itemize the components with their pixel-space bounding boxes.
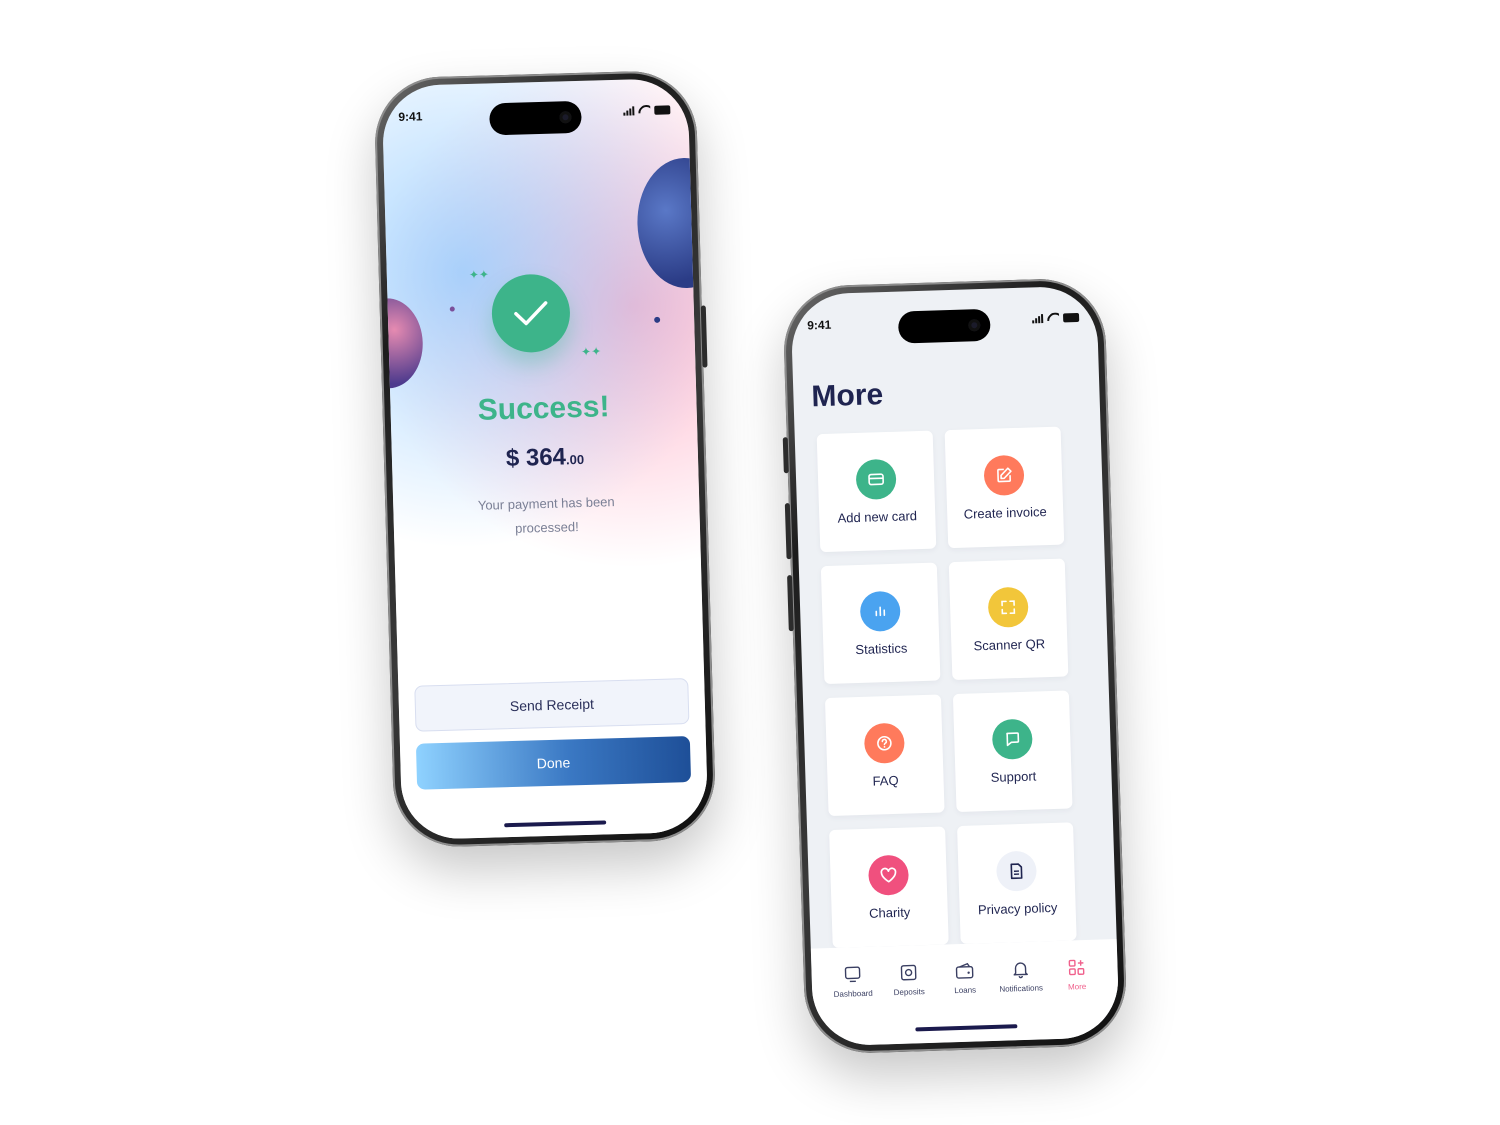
done-button[interactable]: Done: [415, 736, 692, 790]
tile-create-invoice[interactable]: Create invoice: [944, 426, 1065, 549]
volume-up-button: [784, 503, 792, 560]
wallet-icon: [953, 960, 976, 983]
heart-icon: [867, 854, 910, 896]
scan-icon: [987, 586, 1029, 628]
tab-loans[interactable]: Loans: [937, 959, 992, 996]
power-button: [700, 305, 708, 368]
tile-label: Scanner QR: [973, 635, 1046, 653]
tab-deposits[interactable]: Deposits: [881, 961, 936, 998]
tile-label: Support: [990, 768, 1037, 785]
tab-label: Deposits: [893, 987, 925, 998]
tile-scanner-qr[interactable]: Scanner QR: [948, 558, 1069, 681]
card-icon: [855, 458, 897, 500]
tile-label: Add new card: [837, 507, 918, 526]
tile-faq[interactable]: FAQ: [824, 694, 945, 817]
edit-icon: [983, 454, 1025, 496]
battery-icon: [654, 105, 671, 115]
document-icon: [995, 850, 1038, 892]
status-time: 9:41: [807, 317, 832, 333]
volume-down-button: [787, 575, 794, 632]
tab-label: Loans: [954, 985, 977, 996]
success-screen: 9:41 ✦✦ ✦✦ Success! $ 364.00 Your paymen…: [381, 77, 709, 841]
sparkle-icon: ✦✦: [468, 267, 490, 283]
more-screen: 9:41 More Add new card Create invoice St…: [790, 285, 1120, 1047]
tab-label: Notifications: [999, 983, 1044, 994]
tile-charity[interactable]: Charity: [829, 826, 949, 948]
tile-label: Privacy policy: [977, 899, 1058, 917]
tile-add-new-card[interactable]: Add new card: [816, 430, 937, 553]
more-options-grid: Add new card Create invoice Statistics S…: [816, 426, 1077, 948]
safe-icon: [897, 961, 920, 984]
sparkle-icon: ✦✦: [580, 344, 602, 359]
payment-message: Your payment has been processed!: [477, 494, 615, 536]
tile-label: Create invoice: [963, 503, 1047, 522]
tab-notifications[interactable]: Notifications: [993, 957, 1048, 994]
tile-label: Charity: [868, 904, 911, 921]
tile-support[interactable]: Support: [952, 690, 1073, 813]
battery-icon: [1062, 312, 1080, 323]
tile-privacy-policy[interactable]: Privacy policy: [957, 822, 1077, 944]
mute-switch: [782, 437, 789, 474]
bell-icon: [1009, 958, 1032, 981]
wifi-icon: [638, 105, 650, 115]
amount-cents: .00: [565, 451, 585, 468]
tile-label: FAQ: [872, 772, 899, 789]
wifi-icon: [1047, 313, 1059, 323]
page-title: More: [810, 378, 884, 414]
tab-more[interactable]: More: [1049, 955, 1104, 992]
signal-icon: [623, 105, 635, 116]
chat-icon: [991, 718, 1033, 760]
send-receipt-button[interactable]: Send Receipt: [414, 678, 690, 732]
tab-dashboard[interactable]: Dashboard: [825, 963, 880, 1000]
amount-main: $ 364: [505, 443, 567, 473]
phone-more: 9:41 More Add new card Create invoice St…: [782, 277, 1128, 1055]
chart-icon: [859, 590, 901, 632]
tab-label: More: [1067, 982, 1087, 992]
tile-label: Statistics: [855, 639, 908, 657]
tile-statistics[interactable]: Statistics: [820, 562, 941, 685]
home-indicator[interactable]: [915, 1024, 1018, 1032]
question-icon: [863, 722, 905, 764]
status-time: 9:41: [398, 109, 423, 124]
tab-label: Dashboard: [833, 988, 873, 999]
bottom-tab-bar: Dashboard Deposits Loans Notifications M…: [810, 939, 1120, 1047]
signal-icon: [1032, 313, 1044, 324]
dashboard-icon: [841, 963, 864, 986]
grid-plus-icon: [1065, 956, 1088, 979]
phone-success: 9:41 ✦✦ ✦✦ Success! $ 364.00 Your paymen…: [373, 69, 717, 849]
